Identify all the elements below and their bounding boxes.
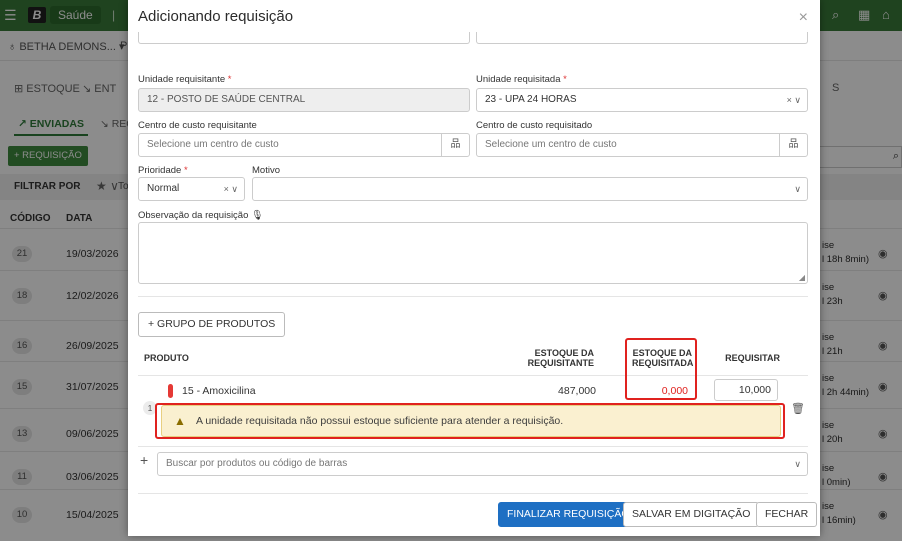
divider	[138, 493, 808, 494]
observacao-label-text: Observação da requisição	[138, 210, 249, 221]
prioridade-value: Normal	[147, 183, 180, 194]
unidade-requisitada-label-text: Unidade requisitada	[476, 74, 561, 85]
motivo-select[interactable]: ∨	[252, 177, 808, 201]
unidade-requisitada-select[interactable]: 23 - UPA 24 HORAS × ∨	[476, 88, 808, 112]
microphone-icon[interactable]: 🎙	[251, 210, 263, 221]
required-mark: *	[183, 165, 188, 176]
tree-icon[interactable]: 品	[441, 134, 469, 156]
centro-requisitante-label: Centro de custo requisitante	[138, 120, 257, 131]
column-produto: PRODUTO	[144, 353, 189, 363]
tree-icon[interactable]: 品	[779, 134, 807, 156]
product-status-marker	[168, 384, 173, 398]
centro-requisitado-placeholder: Selecione um centro de custo	[485, 139, 617, 150]
product-search-input[interactable]: Buscar por produtos ou código de barras ∨	[157, 452, 808, 476]
column-estoque-requisitante: ESTOQUE DA REQUISITANTE	[527, 348, 594, 368]
highlight-estoque-requisitada	[625, 338, 697, 400]
field-stub	[476, 32, 808, 44]
close-button[interactable]: FECHAR	[756, 502, 818, 527]
chevron-down-icon[interactable]: ∨	[794, 453, 801, 475]
required-mark: *	[227, 74, 232, 85]
prioridade-select[interactable]: Normal × ∨	[138, 177, 245, 201]
unidade-requisitada-value: 23 - UPA 24 HORAS	[485, 94, 577, 105]
column-requisitar: REQUISITAR	[725, 353, 780, 363]
save-draft-button[interactable]: SALVAR EM DIGITAÇÃO	[623, 502, 760, 527]
divider	[138, 446, 808, 447]
clear-chevron-icon[interactable]: × ∨	[224, 178, 238, 200]
plus-icon[interactable]: +	[140, 452, 148, 468]
chevron-down-icon[interactable]: ∨	[794, 178, 801, 200]
observacao-label: Observação da requisição 🎙	[138, 210, 263, 221]
unidade-requisitante-value: 12 - POSTO DE SAÚDE CENTRAL	[147, 94, 306, 105]
modal-body: Unidade requisitante * 12 - POSTO DE SAÚ…	[128, 32, 820, 494]
modal-title: Adicionando requisição	[138, 8, 294, 25]
field-stub	[138, 32, 470, 44]
unidade-requisitante-label: Unidade requisitante *	[138, 74, 232, 85]
divider	[138, 296, 808, 297]
finalize-requisition-button[interactable]: FINALIZAR REQUISIÇÃO	[498, 502, 639, 527]
required-mark: *	[563, 74, 567, 85]
clear-chevron-icon[interactable]: × ∨	[787, 89, 801, 111]
add-requisition-modal: Adicionando requisição × Unidade requisi…	[128, 0, 820, 536]
centro-requisitado-label: Centro de custo requisitado	[476, 120, 593, 131]
unidade-requisitante-field: 12 - POSTO DE SAÚDE CENTRAL	[138, 88, 470, 112]
prioridade-label: Prioridade *	[138, 165, 188, 176]
close-icon[interactable]: ×	[799, 9, 808, 27]
centro-requisitante-input[interactable]: Selecione um centro de custo 品	[138, 133, 470, 157]
highlight-warning	[155, 403, 785, 439]
trash-icon[interactable]: 🗑	[791, 402, 805, 415]
centro-requisitante-placeholder: Selecione um centro de custo	[147, 139, 279, 150]
unidade-requisitante-label-text: Unidade requisitante	[138, 74, 226, 85]
resize-handle-icon[interactable]: ◢	[799, 273, 805, 282]
motivo-label: Motivo	[252, 165, 280, 176]
requisitar-quantity-input[interactable]: 10,000	[714, 379, 778, 401]
centro-requisitado-input[interactable]: Selecione um centro de custo 品	[476, 133, 808, 157]
product-name: 15 - Amoxicilina	[182, 385, 256, 397]
divider	[138, 375, 808, 376]
prioridade-label-text: Prioridade	[138, 165, 182, 176]
product-search-placeholder: Buscar por produtos ou código de barras	[166, 458, 348, 469]
estoque-requisitante-value: 487,000	[558, 385, 596, 397]
add-product-group-button[interactable]: + GRUPO DE PRODUTOS	[138, 312, 286, 337]
unidade-requisitada-label: Unidade requisitada *	[476, 74, 567, 85]
observacao-textarea[interactable]: ◢	[138, 222, 808, 284]
